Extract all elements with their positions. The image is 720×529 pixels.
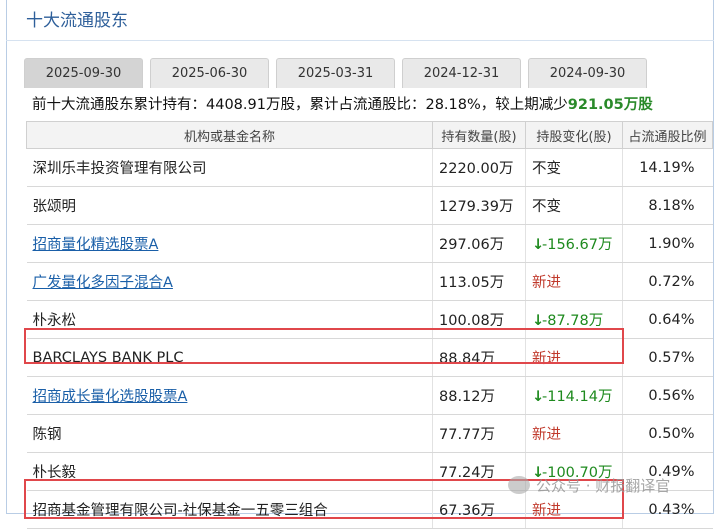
section-title: 十大流通股东 <box>26 11 128 31</box>
change-value: 新进 <box>532 275 561 291</box>
ratio-value: 0.50% <box>622 414 713 453</box>
summary-line: 前十大流通股东累计持有：4408.91万股，累计占流通股比：28.18%，较上期… <box>32 93 653 114</box>
summary-change: 921.05万股 <box>567 97 653 113</box>
table-row: 招商量化精选股票A 297.06万 ↓-156.67万 1.90% <box>26 224 713 263</box>
summary-prefix: 前十大流通股东累计持有： <box>32 97 206 113</box>
highlight-box-barclays <box>24 328 624 364</box>
ratio-value: 0.57% <box>622 338 713 377</box>
holder-name-cell: 张颂明 <box>26 186 433 225</box>
change-cell: 新进 <box>525 262 623 301</box>
table-row: 陈钢 77.77万 新进 0.50% <box>26 414 713 453</box>
change-value: -156.67万 <box>542 237 613 253</box>
holder-name: 深圳乐丰投资管理有限公司 <box>32 161 207 177</box>
ratio-value: 14.19% <box>622 148 713 187</box>
change-value: 新进 <box>532 427 561 443</box>
table-row: 招商成长量化选股股票A 88.12万 ↓-114.14万 0.56% <box>26 376 713 415</box>
ratio-value: 1.90% <box>622 224 713 263</box>
hold-amount: 2220.00万 <box>432 148 526 187</box>
ratio-value: 8.18% <box>622 186 713 225</box>
tab-2024-09-30[interactable]: 2024-09-30 <box>528 58 647 88</box>
holder-name-cell: 招商量化精选股票A <box>26 224 433 263</box>
col-header-hold: 持有数量(股) <box>432 121 526 149</box>
table-row: 张颂明 1279.39万 不变 8.18% <box>26 186 713 225</box>
summary-ratio: 28.18% <box>425 97 481 113</box>
watermark: 公众号 · 财报翻译官 <box>508 472 670 498</box>
panel-header: 十大流通股东 <box>6 0 714 41</box>
change-value: -87.78万 <box>542 313 604 329</box>
hold-amount: 77.77万 <box>432 414 526 453</box>
change-cell: 不变 <box>525 148 623 187</box>
table-row: 广发量化多因子混合A 113.05万 新进 0.72% <box>26 262 713 301</box>
ratio-value: 0.72% <box>622 262 713 301</box>
arrow-down-icon: ↓ <box>532 389 545 405</box>
fund-link[interactable]: 招商成长量化选股股票A <box>33 389 188 405</box>
col-header-change: 持股变化(股) <box>525 121 623 149</box>
change-value: -114.14万 <box>542 389 613 405</box>
fund-link[interactable]: 招商量化精选股票A <box>33 237 159 253</box>
change-cell: ↓-156.67万 <box>525 224 623 263</box>
hold-amount: 1279.39万 <box>432 186 526 225</box>
hold-amount: 88.12万 <box>432 376 526 415</box>
table-header-row: 机构或基金名称 持有数量(股) 持股变化(股) 占流通股比例 <box>26 121 713 149</box>
tab-2024-12-31[interactable]: 2024-12-31 <box>402 58 521 88</box>
watermark-text: 公众号 · 财报翻译官 <box>536 476 671 495</box>
tab-2025-09-30[interactable]: 2025-09-30 <box>24 58 143 88</box>
col-header-ratio: 占流通股比例 <box>622 121 713 149</box>
col-header-name: 机构或基金名称 <box>26 121 433 149</box>
holder-name: 张颂明 <box>32 199 77 215</box>
hold-amount: 297.06万 <box>432 224 526 263</box>
tab-2025-03-31[interactable]: 2025-03-31 <box>276 58 395 88</box>
change-cell: ↓-114.14万 <box>525 376 623 415</box>
holder-name: 朴永松 <box>32 313 77 329</box>
holder-name-cell: 广发量化多因子混合A <box>26 262 433 301</box>
change-value: 不变 <box>532 161 561 177</box>
table-row: 深圳乐丰投资管理有限公司 2220.00万 不变 14.19% <box>26 148 713 187</box>
change-cell: 新进 <box>525 414 623 453</box>
holders-table: 机构或基金名称 持有数量(股) 持股变化(股) 占流通股比例 深圳乐丰投资管理有… <box>26 121 713 529</box>
change-value: 不变 <box>532 199 561 215</box>
tab-2025-06-30[interactable]: 2025-06-30 <box>150 58 269 88</box>
ratio-value: 0.56% <box>622 376 713 415</box>
summary-total-hold: 4408.91万股 <box>206 97 295 113</box>
change-cell: 不变 <box>525 186 623 225</box>
holder-name: 陈钢 <box>32 427 62 443</box>
summary-mid: ，累计占流通股比： <box>294 97 426 113</box>
summary-tail: ，较上期减少 <box>480 97 568 113</box>
ratio-value: 0.64% <box>622 300 713 339</box>
holder-name-cell: 深圳乐丰投资管理有限公司 <box>26 148 433 187</box>
holder-name-cell: 陈钢 <box>26 414 433 453</box>
date-tabs: 2025-09-30 2025-06-30 2025-03-31 2024-12-31… <box>24 58 647 88</box>
wechat-icon <box>508 476 530 494</box>
arrow-down-icon: ↓ <box>532 313 545 329</box>
holder-name-cell: 招商成长量化选股股票A <box>26 376 433 415</box>
fund-link[interactable]: 广发量化多因子混合A <box>33 275 173 291</box>
arrow-down-icon: ↓ <box>532 237 545 253</box>
hold-amount: 113.05万 <box>432 262 526 301</box>
